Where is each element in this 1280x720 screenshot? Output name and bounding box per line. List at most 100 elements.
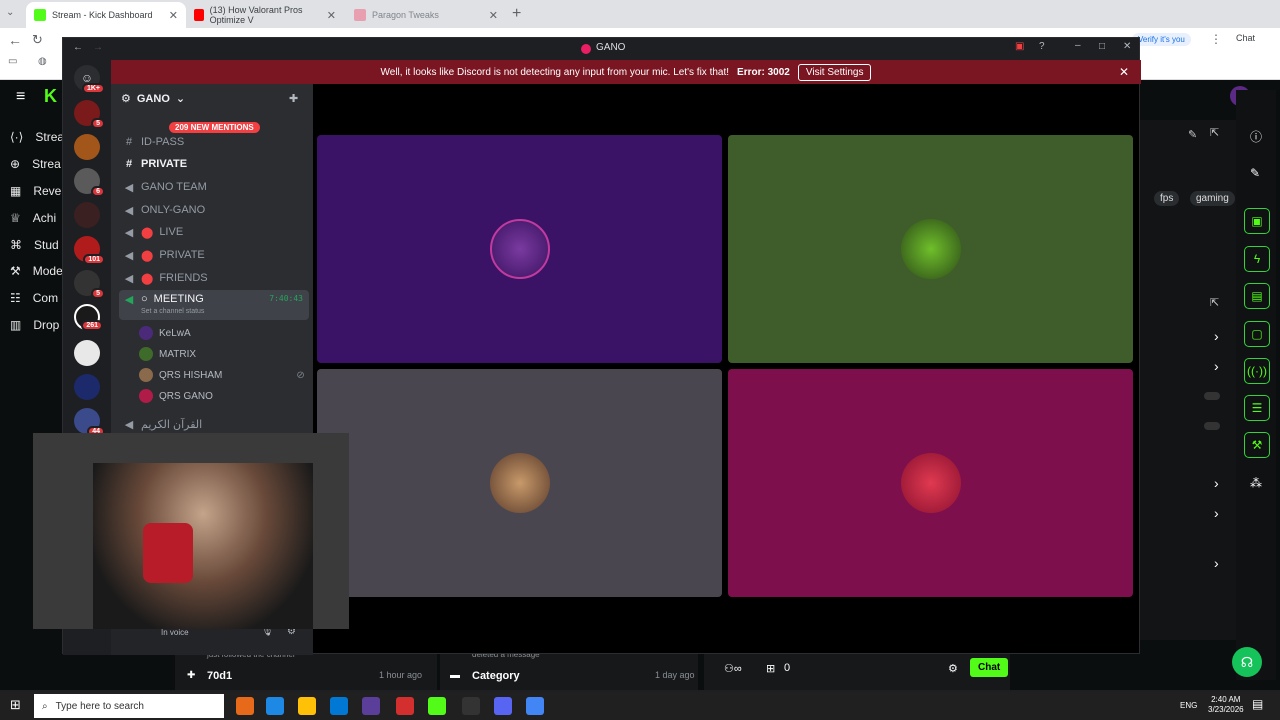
windows-start-icon[interactable]: ⊞ [10, 697, 21, 713]
nav-item[interactable]: ⌘ Stud [10, 238, 59, 252]
close-banner-icon[interactable]: ✕ [1119, 65, 1129, 79]
tab-kick-dashboard[interactable]: Stream - Kick Dashboard ✕ [26, 2, 186, 28]
channel-status-hint[interactable]: Set a channel status [141, 308, 204, 315]
add-user-icon[interactable]: ✚ [289, 92, 298, 105]
voice-tile[interactable] [317, 135, 722, 363]
channel-private-voice[interactable]: ◀ ⬤ PRIVATE [119, 245, 309, 265]
voice-tile[interactable] [728, 135, 1133, 363]
tab-paragon[interactable]: Paragon Tweaks ✕ [346, 2, 506, 28]
taskbar-app-icon[interactable] [362, 697, 380, 715]
chevron-right-icon[interactable]: › [1214, 505, 1219, 521]
screen-icon[interactable]: ▣ [1244, 208, 1270, 234]
nodes-icon[interactable]: ⁂ [1250, 476, 1262, 490]
close-window-icon[interactable]: ✕ [1123, 41, 1131, 52]
server-icon[interactable] [74, 374, 100, 400]
nav-item[interactable]: ▥ Drop [10, 318, 59, 332]
nav-item[interactable]: ☷ Com [10, 291, 58, 305]
server-icon[interactable]: 6 [74, 168, 105, 197]
popout-icon[interactable]: ⇱ [1210, 126, 1219, 139]
taskbar-app-icon[interactable] [236, 697, 254, 715]
users-icon[interactable]: ⚇∞ [724, 662, 742, 675]
voice-member[interactable]: QRS GANO [139, 387, 213, 405]
channel-only-gano[interactable]: ◀ ONLY-GANO [119, 200, 309, 220]
channel-quran[interactable]: ◀ القرآن الكريم [119, 414, 309, 434]
lightning-icon[interactable]: ϟ [1244, 246, 1270, 272]
popout-icon[interactable]: ⇱ [1210, 296, 1219, 309]
voice-member[interactable]: MATRIX [139, 345, 196, 363]
bookmark-icon[interactable]: ▭ [8, 56, 17, 67]
back-icon[interactable]: ← [73, 42, 83, 53]
toggle-switch[interactable] [1204, 392, 1220, 400]
tab-youtube[interactable]: (13) How Valorant Pros Optimize V ✕ [186, 2, 344, 28]
chrome-icon[interactable] [526, 697, 544, 715]
chevron-right-icon[interactable]: › [1214, 328, 1219, 344]
edit-icon[interactable]: ✎ [1188, 128, 1197, 141]
chevron-right-icon[interactable]: › [1214, 475, 1219, 491]
new-tab-icon[interactable]: + [512, 5, 521, 23]
taskbar-app-icon[interactable] [462, 697, 480, 715]
server-icon[interactable]: 5 [74, 270, 105, 299]
server-icon[interactable] [74, 340, 100, 366]
taskbar-search[interactable]: ⌕ Type here to search [34, 694, 224, 718]
activity-label[interactable]: Category [472, 670, 520, 682]
voice-member[interactable]: KeLwA [139, 324, 191, 342]
nav-item[interactable]: ⊕ Strea [10, 157, 61, 171]
discord-app-icon[interactable] [494, 697, 512, 715]
nav-item[interactable]: ▦ Reve [10, 184, 61, 198]
chevron-right-icon[interactable]: › [1214, 555, 1219, 571]
kick-app-icon[interactable] [428, 697, 446, 715]
server-icon[interactable]: 101 [74, 236, 105, 265]
voice-member[interactable]: QRS HISHAM ⊘ [139, 366, 305, 384]
support-headset-icon[interactable]: ☊ [1232, 647, 1262, 677]
chevron-right-icon[interactable]: › [1214, 358, 1219, 374]
info-icon[interactable]: ⓘ [1250, 128, 1262, 145]
server-icon[interactable]: 5 [74, 100, 105, 129]
inbox-icon[interactable]: ▣ [1015, 41, 1024, 52]
notification-icon[interactable]: ▤ [1252, 697, 1263, 711]
close-tab-icon[interactable]: ✕ [489, 9, 498, 22]
nav-item[interactable]: ⟨·⟩ Strea [10, 130, 64, 144]
gear-icon[interactable]: ⚙ [948, 662, 958, 675]
back-icon[interactable]: ← [8, 32, 22, 48]
clock[interactable]: 2:40 AM 3/23/2026 [1208, 695, 1244, 715]
server-icon[interactable] [74, 202, 100, 228]
taskbar-app-icon[interactable] [396, 697, 414, 715]
nav-item[interactable]: ♕ Achi [10, 211, 56, 225]
channel-live[interactable]: ◀ ⬤ LIVE [119, 222, 309, 242]
maximize-icon[interactable]: □ [1099, 41, 1105, 52]
voice-tile[interactable] [728, 369, 1133, 597]
close-tab-icon[interactable]: ✕ [169, 9, 178, 22]
edge-icon[interactable] [266, 697, 284, 715]
server-icon[interactable]: 44 [74, 408, 105, 437]
forward-icon[interactable]: → [93, 42, 103, 53]
language-indicator[interactable]: ENG [1180, 701, 1197, 710]
channel-gano-team[interactable]: ◀ GANO TEAM [119, 177, 309, 197]
server-header[interactable]: ⚙ GANO ⌄ [121, 92, 185, 106]
server-icon-active[interactable]: 261 [74, 304, 103, 331]
hamburger-icon[interactable]: ≡ [16, 88, 25, 106]
channel-friends[interactable]: ◀ ⬤ FRIENDS [119, 268, 309, 288]
channel-id-pass[interactable]: # ID-PASS [119, 132, 309, 152]
copilot-chat-button[interactable]: Chat [1236, 33, 1255, 43]
voice-tile[interactable] [317, 369, 722, 597]
home-discord-icon[interactable]: ☺ 1K+ [74, 65, 105, 94]
verify-chip[interactable]: Verify it's you [1132, 33, 1191, 46]
nav-item[interactable]: ⚒ Mode [10, 264, 63, 278]
visit-settings-button[interactable]: Visit Settings [797, 63, 872, 81]
tag-chip[interactable]: fps [1154, 191, 1180, 206]
help-icon[interactable]: ? [1039, 41, 1045, 52]
globe-icon[interactable]: ◍ [38, 56, 47, 67]
minimize-icon[interactable]: – [1075, 40, 1081, 51]
list-icon[interactable]: ☰ [1244, 395, 1270, 421]
channel-private-text[interactable]: # PRIVATE [119, 154, 309, 174]
chat-bubble-icon[interactable]: ▢ [1244, 321, 1270, 347]
activity-user[interactable]: 70d1 [207, 670, 232, 682]
chat-send-button[interactable]: Chat [970, 658, 1009, 677]
close-tab-icon[interactable]: ✕ [327, 9, 336, 22]
file-explorer-icon[interactable] [298, 697, 316, 715]
reload-icon[interactable]: ↻ [32, 32, 43, 48]
toggle-switch[interactable] [1204, 422, 1220, 430]
broadcast-icon[interactable]: ((·)) [1244, 358, 1270, 384]
wrench-icon[interactable]: ⚒ [1244, 432, 1270, 458]
pencil-icon[interactable]: ✎ [1250, 166, 1260, 180]
